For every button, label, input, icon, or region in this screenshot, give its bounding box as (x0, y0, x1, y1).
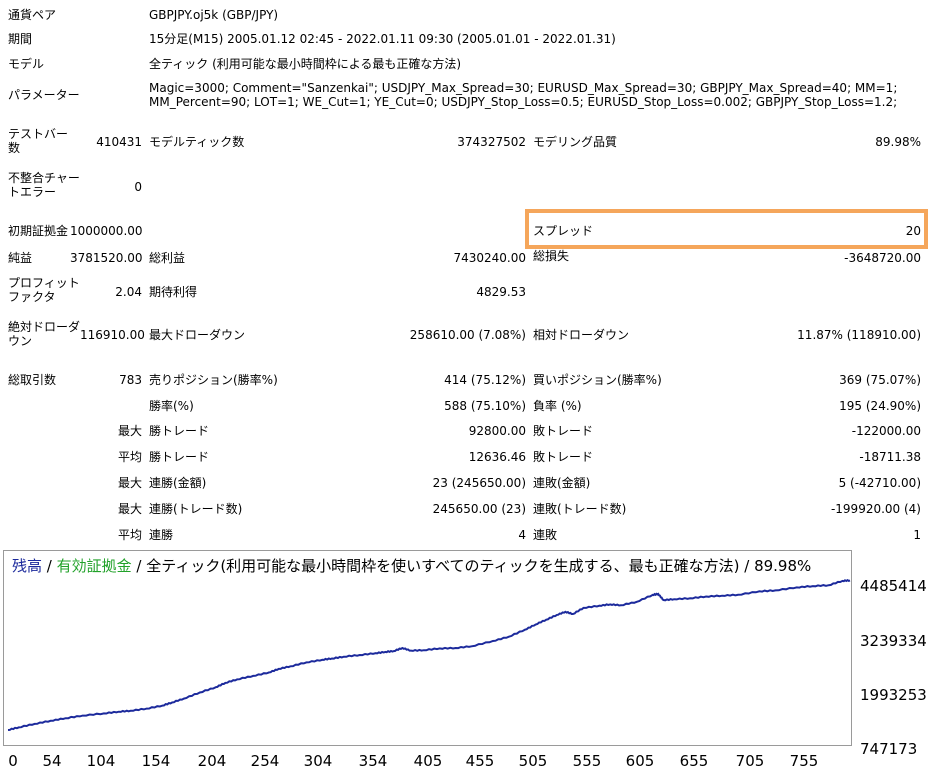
balance-line (7, 579, 851, 731)
x-tick-label: 54 (42, 752, 62, 770)
y-tick-label: 3239334 (860, 632, 927, 650)
x-tick-label: 605 (625, 752, 655, 770)
x-tick-label: 555 (572, 752, 602, 770)
balance-curve-svg (7, 579, 851, 731)
x-tick-label: 354 (358, 752, 388, 770)
x-tick-label: 154 (141, 752, 171, 770)
x-tick-label: 655 (679, 752, 709, 770)
x-tick-label: 204 (197, 752, 227, 770)
x-tick-label: 0 (8, 752, 18, 770)
x-tick-label: 705 (735, 752, 765, 770)
x-tick-label: 254 (250, 752, 280, 770)
x-tick-label: 505 (518, 752, 548, 770)
x-tick-label: 304 (303, 752, 333, 770)
y-tick-label: 4485414 (860, 577, 927, 595)
x-tick-label: 455 (465, 752, 495, 770)
x-tick-label: 755 (789, 752, 819, 770)
y-tick-label: 1993253 (860, 686, 927, 704)
y-tick-label: 747173 (860, 740, 918, 758)
x-tick-label: 405 (413, 752, 443, 770)
x-tick-label: 104 (86, 752, 116, 770)
